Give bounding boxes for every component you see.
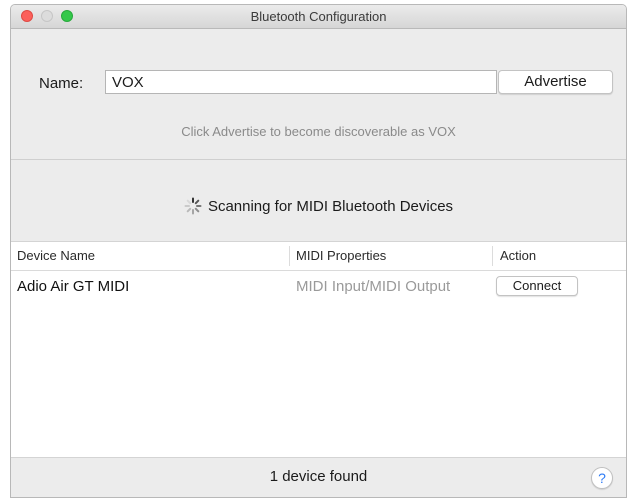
column-header-midi-properties[interactable]: MIDI Properties — [296, 248, 386, 263]
table-row[interactable]: Adio Air GT MIDI MIDI Input/MIDI Output … — [11, 272, 626, 302]
window-title: Bluetooth Configuration — [250, 9, 387, 24]
name-input[interactable] — [105, 70, 497, 94]
title-bar: Bluetooth Configuration — [11, 5, 626, 29]
name-label: Name: — [39, 75, 84, 92]
advertise-button[interactable]: Advertise — [498, 70, 613, 94]
spinner-icon — [184, 197, 202, 215]
help-button[interactable]: ? — [591, 467, 613, 489]
column-divider — [289, 246, 290, 266]
bluetooth-config-window: Bluetooth Configuration Name: Advertise … — [10, 4, 627, 498]
column-header-action[interactable]: Action — [500, 248, 536, 263]
column-divider — [492, 246, 493, 266]
scan-status-text: Scanning for MIDI Bluetooth Devices — [207, 198, 454, 215]
device-count-status: 1 device found — [269, 468, 368, 485]
device-table: Device Name MIDI Properties Action Adio … — [11, 241, 626, 458]
device-name-cell: Adio Air GT MIDI — [17, 278, 130, 295]
connect-button[interactable]: Connect — [496, 276, 578, 296]
table-header: Device Name MIDI Properties Action — [11, 242, 626, 271]
column-header-device-name[interactable]: Device Name — [17, 248, 95, 263]
section-divider — [11, 159, 626, 160]
advertise-hint: Click Advertise to become discoverable a… — [181, 124, 456, 139]
scan-status: Scanning for MIDI Bluetooth Devices — [11, 197, 626, 215]
midi-properties-cell: MIDI Input/MIDI Output — [296, 278, 451, 295]
